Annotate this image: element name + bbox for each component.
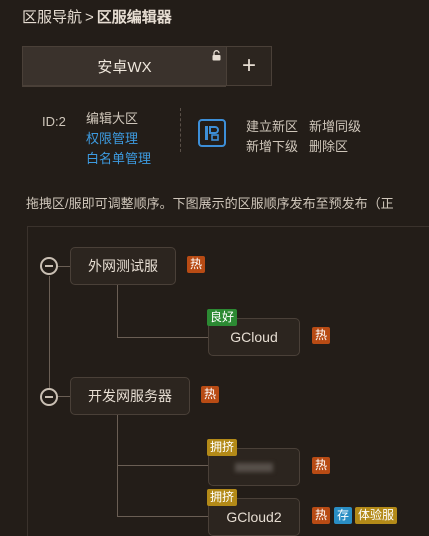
store-tag: 存 xyxy=(334,507,353,524)
lock-icon xyxy=(212,50,221,61)
zone-id: ID:2 xyxy=(42,114,66,129)
server-edit-icon xyxy=(205,126,219,141)
minus-icon xyxy=(45,396,53,398)
hot-tag: 热 xyxy=(187,256,206,273)
permission-management-link[interactable]: 权限管理 xyxy=(86,128,138,147)
add-sibling-link[interactable]: 新增同级 xyxy=(309,116,361,135)
tree-connector xyxy=(49,276,50,388)
minus-icon xyxy=(45,265,53,267)
hot-tag: 热 xyxy=(312,507,331,524)
breadcrumb-separator: > xyxy=(85,9,94,26)
tab-android-wx[interactable]: 安卓WX xyxy=(22,46,226,86)
tab-label: 安卓WX xyxy=(97,58,152,76)
breadcrumb-current: 区服编辑器 xyxy=(96,9,172,26)
create-zone-link[interactable]: 建立新区 xyxy=(246,116,298,135)
breadcrumb: 区服导航 > 区服编辑器 xyxy=(22,6,172,27)
add-child-link[interactable]: 新增下级 xyxy=(246,136,298,155)
redacted-name xyxy=(235,462,273,472)
drag-hint-text: 拖拽区/服即可调整顺序。下图展示的区服顺序发布至预发布（正 xyxy=(26,196,394,211)
hot-tag: 热 xyxy=(312,457,331,474)
plus-icon: + xyxy=(241,52,256,79)
delete-zone-link[interactable]: 删除区 xyxy=(309,136,348,155)
zone-name: 开发网服务器 xyxy=(88,388,172,404)
server-name: GCloud xyxy=(230,329,278,345)
server-edit-button[interactable] xyxy=(198,119,226,147)
tree-connector xyxy=(117,337,209,338)
info-divider xyxy=(180,108,181,152)
status-badge: 拥挤 xyxy=(207,489,238,506)
whitelist-management-link[interactable]: 白名单管理 xyxy=(86,148,151,167)
tree-connector xyxy=(117,516,209,517)
zone-name: 外网测试服 xyxy=(88,258,158,274)
add-tab-button[interactable]: + xyxy=(226,46,272,86)
status-badge: 拥挤 xyxy=(207,439,238,456)
tree-connector xyxy=(117,285,118,337)
zone-node[interactable]: 外网测试服 xyxy=(70,247,176,285)
collapse-group-toggle[interactable] xyxy=(40,257,58,275)
tree-connector xyxy=(117,465,209,466)
breadcrumb-root[interactable]: 区服导航 xyxy=(22,9,82,26)
collapse-group-toggle[interactable] xyxy=(40,388,58,406)
zone-node[interactable]: 开发网服务器 xyxy=(70,377,190,415)
edit-zone-link[interactable]: 编辑大区 xyxy=(86,108,138,127)
server-name: GCloud2 xyxy=(226,509,282,525)
tab-underline xyxy=(22,86,226,87)
hot-tag: 热 xyxy=(312,327,331,344)
experience-tag: 体验服 xyxy=(355,507,398,524)
hot-tag: 热 xyxy=(201,386,220,403)
status-badge: 良好 xyxy=(207,309,238,326)
